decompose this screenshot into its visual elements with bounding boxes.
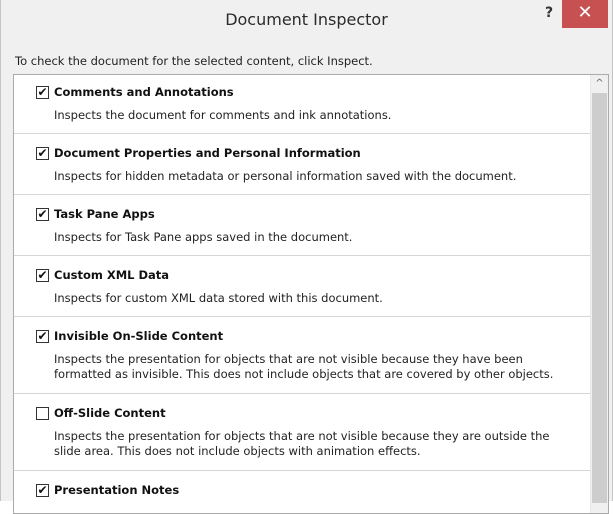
item-divider <box>14 470 592 471</box>
close-icon: ✕ <box>577 2 593 23</box>
checkbox-task-pane-apps[interactable]: ✔ <box>36 207 49 221</box>
checkmark-icon: ✔ <box>37 268 48 282</box>
list-item: ✔ Presentation Notes <box>14 482 592 498</box>
checkmark-icon: ✔ <box>37 207 48 221</box>
scroll-up-arrow-icon[interactable]: ^ <box>591 75 608 92</box>
title-bar: Document Inspector ? ✕ <box>1 0 612 44</box>
scrollbar-thumb[interactable] <box>592 93 607 503</box>
item-title: Off-Slide Content <box>54 406 166 420</box>
item-description: Inspects the presentation for objects th… <box>54 429 550 458</box>
help-button[interactable]: ? <box>539 4 559 24</box>
inspection-items: ✔ Comments and Annotations Inspects the … <box>14 75 592 513</box>
checkbox-document-properties[interactable]: ✔ <box>36 146 49 160</box>
close-button[interactable]: ✕ <box>562 0 608 28</box>
list-item: ✔ Document Properties and Personal Infor… <box>14 145 592 184</box>
item-divider <box>14 255 592 256</box>
item-divider <box>14 133 592 134</box>
list-item: ✔ Custom XML Data Inspects for custom XM… <box>14 267 592 306</box>
item-title: Invisible On-Slide Content <box>54 329 224 343</box>
checkbox-invisible-on-slide-content[interactable]: ✔ <box>36 329 49 343</box>
item-divider <box>14 194 592 195</box>
instruction-text: To check the document for the selected c… <box>15 54 373 68</box>
dialog-title: Document Inspector <box>225 10 388 29</box>
checkmark-icon: ✔ <box>37 85 48 99</box>
item-description: Inspects for custom XML data stored with… <box>54 291 383 305</box>
item-title: Comments and Annotations <box>54 85 234 99</box>
list-item: ✔ Comments and Annotations Inspects the … <box>14 84 592 123</box>
checkbox-presentation-notes[interactable]: ✔ <box>36 483 49 497</box>
vertical-scrollbar[interactable]: ^ <box>590 75 608 513</box>
item-description: Inspects for hidden metadata or personal… <box>54 169 517 183</box>
item-title: Custom XML Data <box>54 268 170 282</box>
document-inspector-dialog: Document Inspector ? ✕ To check the docu… <box>0 0 613 514</box>
checkmark-icon: ✔ <box>37 146 48 160</box>
list-item: ✔ Invisible On-Slide Content Inspects th… <box>14 328 592 382</box>
item-title: Document Properties and Personal Informa… <box>54 146 361 160</box>
item-divider <box>14 316 592 317</box>
item-description: Inspects for Task Pane apps saved in the… <box>54 230 353 244</box>
list-item: Off-Slide Content Inspects the presentat… <box>14 405 592 459</box>
inspection-list: ✔ Comments and Annotations Inspects the … <box>13 74 609 514</box>
checkmark-icon: ✔ <box>37 483 48 497</box>
checkbox-custom-xml-data[interactable]: ✔ <box>36 268 49 282</box>
list-item: ✔ Task Pane Apps Inspects for Task Pane … <box>14 206 592 245</box>
checkmark-icon: ✔ <box>37 329 48 343</box>
item-title: Presentation Notes <box>54 483 180 497</box>
item-description: Inspects the presentation for objects th… <box>54 352 554 381</box>
checkbox-comments-annotations[interactable]: ✔ <box>36 85 49 99</box>
item-title: Task Pane Apps <box>54 207 155 221</box>
checkbox-off-slide-content[interactable] <box>36 407 49 420</box>
item-divider <box>14 393 592 394</box>
item-description: Inspects the document for comments and i… <box>54 108 392 122</box>
